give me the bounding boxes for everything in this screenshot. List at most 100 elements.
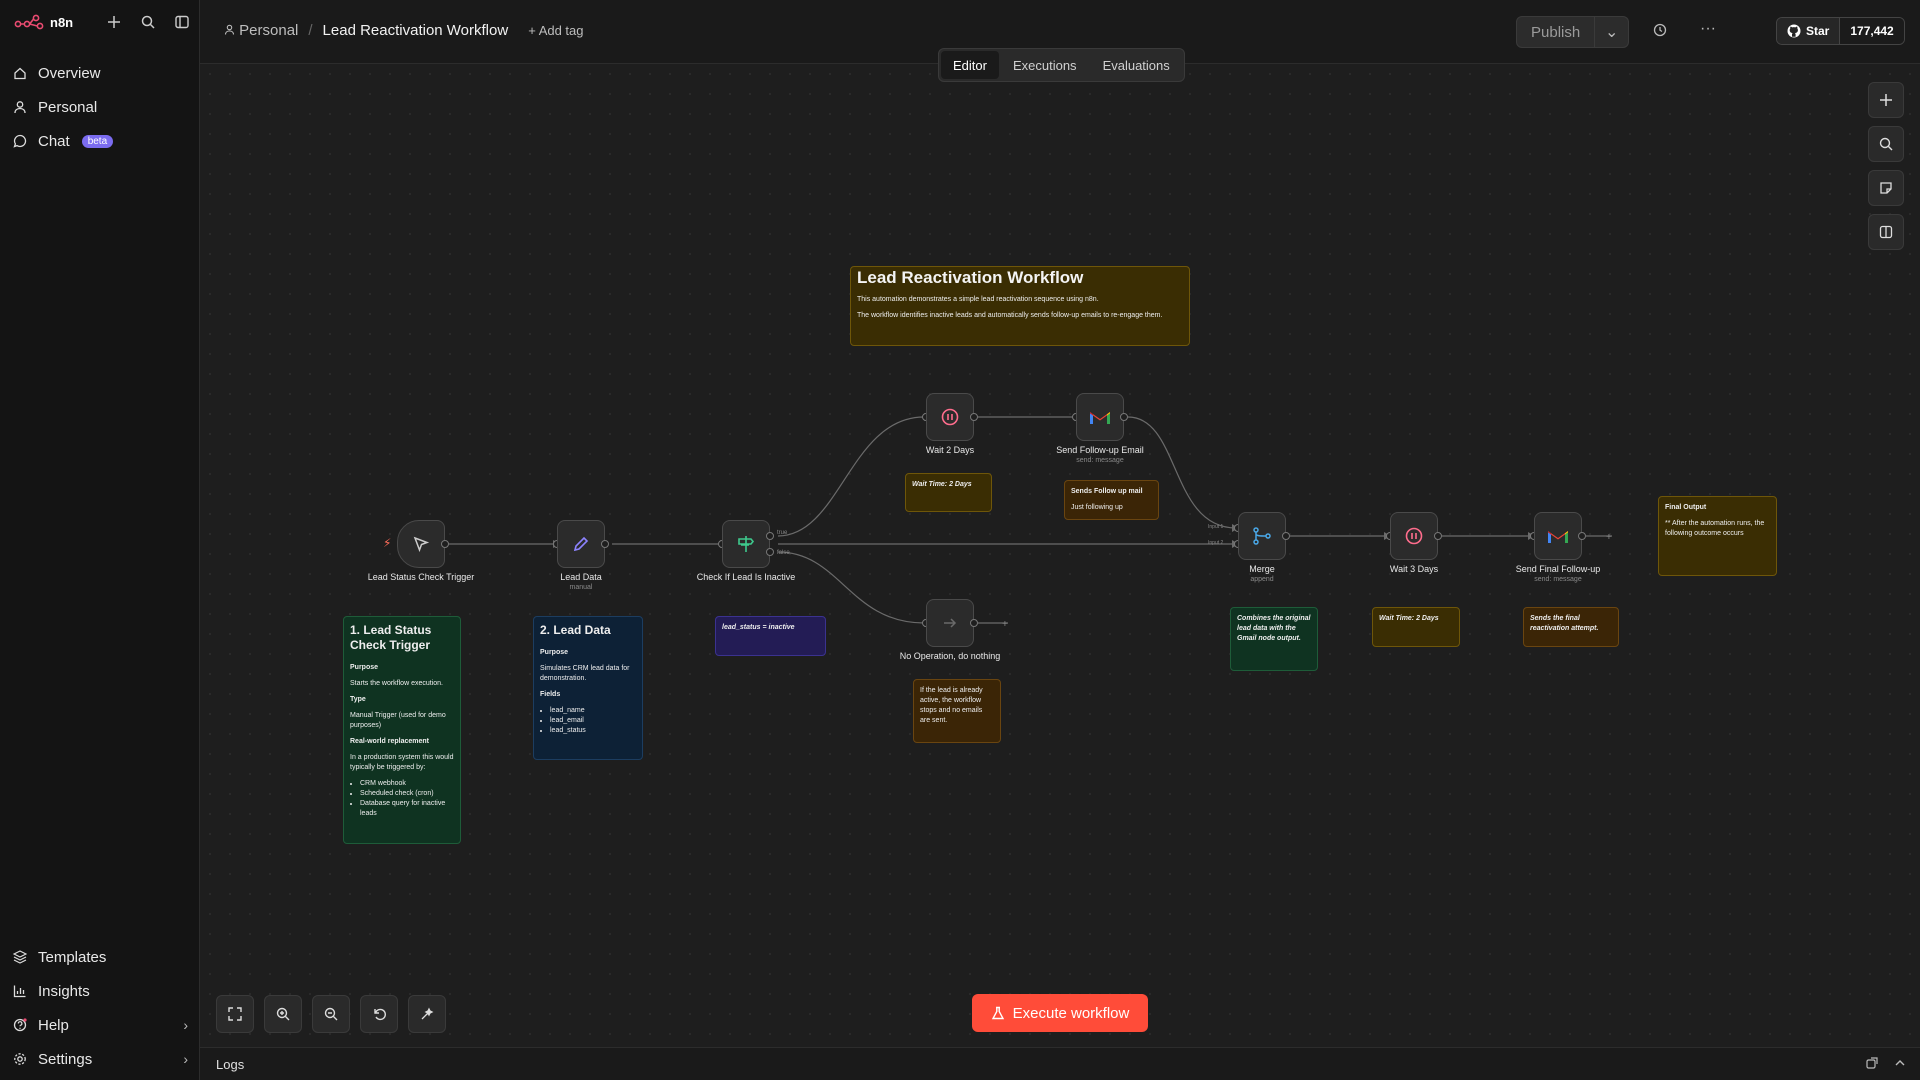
node-label: No Operation, do nothing xyxy=(899,651,1001,661)
workflow-canvas[interactable]: + + Lead Reactivation Workflow This auto… xyxy=(200,64,1920,1047)
sticky-note-trigger[interactable]: 1. Lead Status Check Trigger Purpose Sta… xyxy=(343,616,461,844)
node-lead-status-check-trigger[interactable] xyxy=(397,520,445,568)
execute-workflow-button[interactable]: Execute workflow xyxy=(972,994,1148,1032)
note-text: ** After the automation runs, the follow… xyxy=(1665,520,1765,537)
note-heading: Purpose xyxy=(540,649,569,656)
sidebar-item-label: Settings xyxy=(38,1050,93,1068)
toggle-panel-button[interactable] xyxy=(1868,214,1904,250)
sticky-note-followup[interactable]: Sends Follow up mail Just following up xyxy=(1064,480,1159,520)
node-wait-3-days[interactable] xyxy=(1390,512,1438,560)
node-label: Wait 3 Days xyxy=(1389,564,1439,574)
chevron-right-icon: › xyxy=(183,1017,188,1033)
chevron-up-icon[interactable] xyxy=(1894,1057,1906,1072)
collapse-sidebar-icon[interactable] xyxy=(172,12,192,32)
add-sticky-button[interactable] xyxy=(1868,170,1904,206)
logs-panel[interactable]: Logs xyxy=(200,1047,1920,1080)
plus-icon[interactable] xyxy=(104,12,124,32)
note-main-line2: The workflow identifies inactive leads a… xyxy=(857,312,1163,319)
sidebar-item-label: Help xyxy=(38,1016,69,1034)
note-heading: Sends Follow up mail xyxy=(1071,488,1143,495)
panel-icon xyxy=(1879,225,1893,239)
github-star-count: 177,442 xyxy=(1839,18,1904,44)
sidebar-item-help[interactable]: Help › xyxy=(12,1008,188,1042)
sidebar-item-personal[interactable]: Personal xyxy=(12,90,188,124)
note-main-line1: This automation demonstrates a simple le… xyxy=(857,296,1099,303)
node-label: Lead Status Check Trigger xyxy=(367,572,475,582)
zoom-in-button[interactable] xyxy=(264,995,302,1033)
history-icon[interactable] xyxy=(1652,22,1668,43)
node-send-follow-up-email[interactable] xyxy=(1076,393,1124,441)
output-port[interactable] xyxy=(970,619,978,627)
github-star-button[interactable]: Star 177,442 xyxy=(1776,17,1905,45)
sticky-note-condition[interactable]: lead_status = inactive xyxy=(715,616,826,656)
list-item: CRM webhook xyxy=(360,779,454,789)
zoom-out-button[interactable] xyxy=(312,995,350,1033)
tab-evaluations[interactable]: Evaluations xyxy=(1091,51,1182,79)
note-text: In a production system this would typica… xyxy=(350,754,454,771)
note-text: Wait Time: 2 Days xyxy=(1379,615,1439,622)
zoom-in-icon xyxy=(276,1007,290,1021)
arrow-right-icon xyxy=(944,618,957,628)
node-no-operation[interactable] xyxy=(926,599,974,647)
sticky-note-wait3[interactable]: Wait Time: 2 Days xyxy=(1372,607,1460,647)
svg-text:+: + xyxy=(1002,619,1008,630)
fit-view-button[interactable] xyxy=(216,995,254,1033)
sticky-note-final-output[interactable]: Final Output ** After the automation run… xyxy=(1658,496,1777,576)
sticky-note-main[interactable]: Lead Reactivation Workflow This automati… xyxy=(850,266,1190,346)
brand-logo[interactable]: n8n xyxy=(14,12,73,32)
more-options-icon[interactable]: ··· xyxy=(1700,20,1716,38)
output-port[interactable] xyxy=(1120,413,1128,421)
list-item: lead_email xyxy=(550,716,636,726)
sticky-note-noop[interactable]: If the lead is already active, the workf… xyxy=(913,679,1001,743)
node-wait-2-days[interactable] xyxy=(926,393,974,441)
note-heading: Real-world replacement xyxy=(350,738,429,745)
note-heading: Final Output xyxy=(1665,504,1707,511)
breadcrumb-project[interactable]: Personal xyxy=(224,22,298,39)
output-port-false[interactable] xyxy=(766,548,774,556)
note-main-title: Lead Reactivation Workflow xyxy=(857,268,1084,287)
sidebar-item-templates[interactable]: Templates xyxy=(12,940,188,974)
workflow-title[interactable]: Lead Reactivation Workflow xyxy=(323,22,509,39)
add-node-button[interactable] xyxy=(1868,82,1904,118)
sidebar-item-chat[interactable]: Chat beta xyxy=(12,124,188,158)
node-subtitle: send: message xyxy=(1076,457,1124,464)
true-branch-label: true xyxy=(777,530,788,536)
cursor-icon xyxy=(413,536,430,553)
sticky-note-wait2[interactable]: Wait Time: 2 Days xyxy=(905,473,992,512)
output-port[interactable] xyxy=(970,413,978,421)
user-icon xyxy=(224,24,235,35)
pop-out-icon[interactable] xyxy=(1866,1057,1878,1072)
tidy-up-button[interactable] xyxy=(408,995,446,1033)
search-icon[interactable] xyxy=(138,12,158,32)
node-lead-data[interactable] xyxy=(557,520,605,568)
github-icon xyxy=(1787,24,1801,38)
sidebar-item-insights[interactable]: Insights xyxy=(12,974,188,1008)
publish-button[interactable]: Publish xyxy=(1516,16,1596,48)
note-trigger-title: 1. Lead Status Check Trigger xyxy=(350,623,432,652)
reset-zoom-button[interactable] xyxy=(360,995,398,1033)
output-port[interactable] xyxy=(1282,532,1290,540)
node-check-if-lead-is-inactive[interactable] xyxy=(722,520,770,568)
note-text: Combines the original lead data with the… xyxy=(1237,615,1311,642)
sidebar: n8n Overview Personal Chat beta Template… xyxy=(0,0,200,1080)
output-port[interactable] xyxy=(1434,532,1442,540)
canvas-right-toolbar xyxy=(1868,82,1904,250)
search-nodes-button[interactable] xyxy=(1868,126,1904,162)
add-tag-button[interactable]: + Add tag xyxy=(528,23,583,38)
tab-editor[interactable]: Editor xyxy=(941,51,999,79)
sticky-note-lead-data[interactable]: 2. Lead Data Purpose Simulates CRM lead … xyxy=(533,616,643,760)
node-send-final-follow-up[interactable] xyxy=(1534,512,1582,560)
note-list: CRM webhook Scheduled check (cron) Datab… xyxy=(350,779,454,819)
node-merge[interactable] xyxy=(1238,512,1286,560)
sidebar-item-overview[interactable]: Overview xyxy=(12,56,188,90)
tab-executions[interactable]: Executions xyxy=(1001,51,1089,79)
output-port[interactable] xyxy=(601,540,609,548)
sidebar-item-settings[interactable]: Settings › xyxy=(12,1042,188,1076)
output-port[interactable] xyxy=(1578,532,1586,540)
gear-icon xyxy=(12,1051,28,1067)
publish-dropdown-button[interactable]: ⌄ xyxy=(1595,16,1630,48)
output-port-true[interactable] xyxy=(766,532,774,540)
output-port[interactable] xyxy=(441,540,449,548)
sticky-note-merge[interactable]: Combines the original lead data with the… xyxy=(1230,607,1318,671)
sticky-note-final-send[interactable]: Sends the final reactivation attempt. xyxy=(1523,607,1619,647)
